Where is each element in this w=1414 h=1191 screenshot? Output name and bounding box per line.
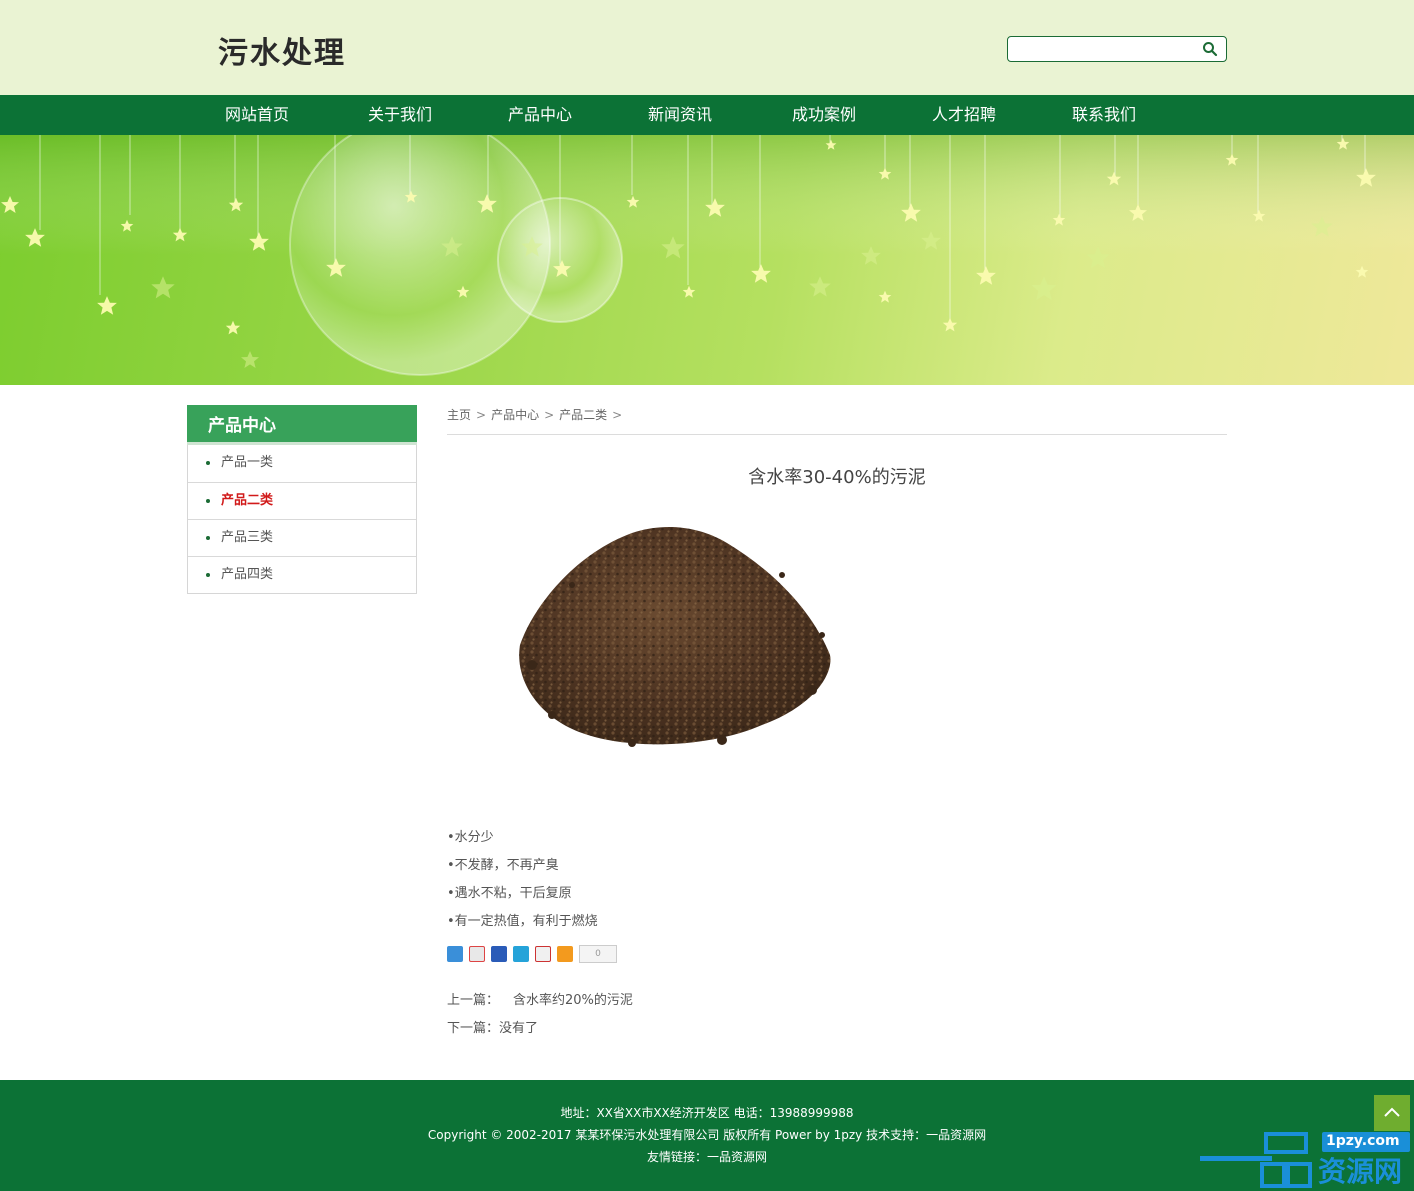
- breadcrumb-separator: >: [476, 408, 487, 422]
- bullet-icon: [206, 498, 210, 503]
- sidebar-item-category-1[interactable]: 产品一类: [188, 445, 416, 482]
- site-header: 污水处理: [0, 0, 1414, 95]
- prev-article-link[interactable]: 含水率约20%的污泥: [513, 993, 633, 1008]
- nav-item-contact[interactable]: 联系我们: [1072, 95, 1136, 135]
- breadcrumb-separator: >: [544, 408, 555, 422]
- share-weibo-icon[interactable]: [469, 946, 485, 962]
- banner-stars-illustration: [0, 135, 1414, 376]
- watermark-text: 资源网: [1318, 1155, 1403, 1188]
- nav-item-about[interactable]: 关于我们: [368, 95, 432, 135]
- product-sidebar: 产品中心 产品一类 产品二类 产品三类 产品四类: [187, 405, 417, 594]
- bullet-icon: [206, 460, 210, 465]
- feature-list: •水分少 •不发酵，不再产臭 •遇水不粘，干后复原 •有一定热值，有利于燃烧: [447, 824, 598, 936]
- chevron-up-icon: [1384, 1107, 1400, 1117]
- nav-item-products[interactable]: 产品中心: [508, 95, 572, 135]
- friend-link[interactable]: 一品资源网: [707, 1150, 767, 1164]
- main-nav: 网站首页 关于我们 产品中心 新闻资讯 成功案例 人才招聘 联系我们: [0, 95, 1414, 135]
- product-image-sludge: [512, 515, 842, 755]
- article-title: 含水率30-40%的污泥: [748, 467, 926, 488]
- nav-item-home[interactable]: 网站首页: [225, 95, 289, 135]
- prev-article: 上一篇： 含水率约20%的污泥: [447, 987, 633, 1015]
- breadcrumb: 主页 > 产品中心 > 产品二类 >: [447, 405, 1227, 435]
- footer-address: 地址：XX省XX市XX经济开发区 电话：13988999988: [560, 1106, 854, 1120]
- watermark-site: 1pzy.com: [1326, 1133, 1400, 1149]
- share-bar: 0: [447, 945, 623, 965]
- nav-item-jobs[interactable]: 人才招聘: [932, 95, 996, 135]
- main-content: 主页 > 产品中心 > 产品二类 > 含水率30-40%的污泥 •水分少 •不发…: [447, 405, 1227, 1036]
- share-douban-icon[interactable]: [535, 946, 551, 962]
- share-count: 0: [579, 945, 617, 963]
- sidebar-item-category-3[interactable]: 产品三类: [188, 519, 416, 556]
- feature-item: •有一定热值，有利于燃烧: [447, 914, 598, 929]
- bullet-icon: [206, 572, 210, 577]
- hero-banner: [0, 135, 1414, 385]
- feature-item: •不发酵，不再产臭: [447, 858, 559, 873]
- sidebar-item-label: 产品四类: [221, 567, 274, 582]
- share-renren-icon[interactable]: [491, 946, 507, 962]
- search-icon[interactable]: [1202, 41, 1218, 57]
- breadcrumb-home[interactable]: 主页: [447, 408, 471, 422]
- friend-links-label: 友情链接：: [646, 1150, 707, 1164]
- share-more-icon[interactable]: [557, 946, 573, 962]
- sidebar-item-label: 产品三类: [221, 530, 274, 545]
- breadcrumb-separator: >: [612, 408, 623, 422]
- next-label: 下一篇：: [447, 1021, 500, 1036]
- sidebar-item-category-4[interactable]: 产品四类: [188, 556, 416, 593]
- sidebar-item-category-2[interactable]: 产品二类: [188, 482, 416, 519]
- breadcrumb-category[interactable]: 产品二类: [559, 408, 607, 422]
- bullet-icon: [206, 535, 210, 540]
- feature-item: •水分少: [447, 830, 494, 845]
- back-to-top-button[interactable]: [1374, 1095, 1410, 1131]
- prev-next-navigation: 上一篇： 含水率约20%的污泥 下一篇：没有了: [447, 987, 633, 1043]
- search-input[interactable]: [1014, 37, 1199, 61]
- sidebar-title: 产品中心: [187, 405, 417, 445]
- prev-label: 上一篇：: [447, 993, 500, 1008]
- breadcrumb-products[interactable]: 产品中心: [491, 408, 539, 422]
- site-logo[interactable]: 污水处理: [218, 28, 346, 72]
- nav-item-cases[interactable]: 成功案例: [792, 95, 856, 135]
- sidebar-item-label: 产品二类: [221, 493, 274, 508]
- nav-item-news[interactable]: 新闻资讯: [648, 95, 712, 135]
- search-box: [1007, 36, 1227, 62]
- share-tencent-weibo-icon[interactable]: [513, 946, 529, 962]
- watermark-logo: 1pzy.com 资源网: [1200, 1130, 1414, 1191]
- next-article-value: 没有了: [499, 1021, 539, 1036]
- share-qzone-icon[interactable]: [447, 946, 463, 962]
- next-article: 下一篇：没有了: [447, 1015, 633, 1043]
- feature-item: •遇水不粘，干后复原: [447, 886, 572, 901]
- sidebar-list: 产品一类 产品二类 产品三类 产品四类: [187, 445, 417, 594]
- sidebar-item-label: 产品一类: [221, 455, 274, 470]
